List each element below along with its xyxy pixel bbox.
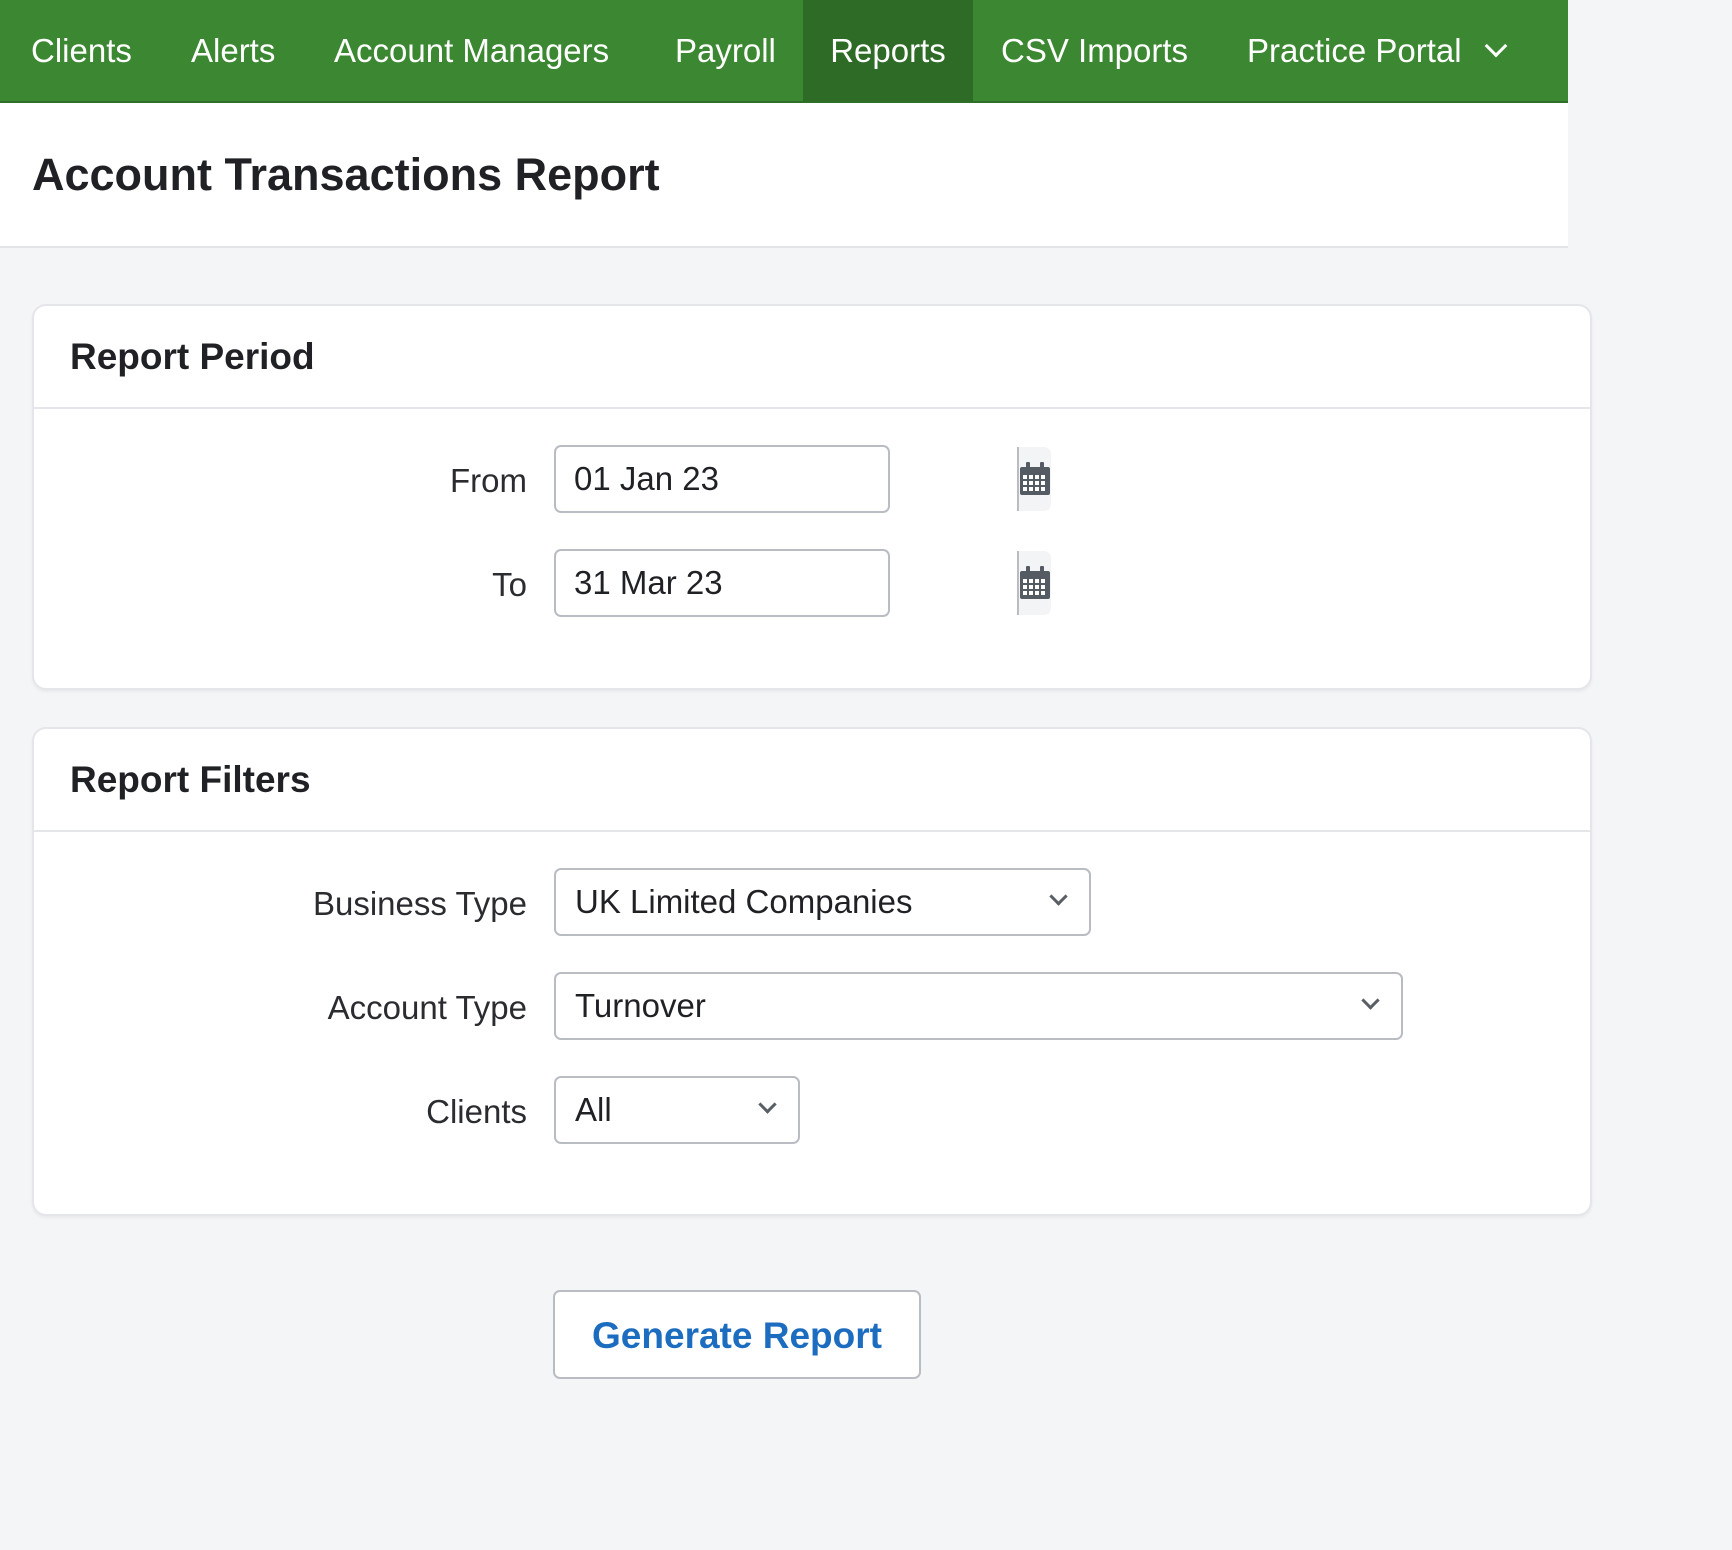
business-type-value: UK Limited Companies [575,883,913,920]
nav-item-csv-imports[interactable]: CSV Imports [973,0,1216,101]
nav-item-alerts[interactable]: Alerts [163,0,303,101]
clients-select[interactable]: All [554,1076,800,1144]
top-navigation: Clients Alerts Account Managers Payroll … [0,0,1568,103]
from-label: From [450,462,527,499]
nav-item-label: Reports [830,32,946,69]
business-type-select[interactable]: UK Limited Companies [554,868,1091,936]
chevron-down-icon [1361,991,1380,1010]
account-type-label: Account Type [327,989,527,1026]
generate-report-button[interactable]: Generate Report [553,1290,921,1379]
nav-item-clients[interactable]: Clients [0,0,163,101]
calendar-icon [1020,462,1050,495]
clients-value: All [575,1091,612,1128]
account-type-value: Turnover [575,987,706,1024]
nav-item-label: CSV Imports [1001,32,1189,69]
nav-item-label: Account Managers [334,32,610,69]
card-header: Report Period [34,306,1590,409]
nav-item-label: Practice Portal [1247,32,1462,69]
nav-item-account-managers[interactable]: Account Managers [306,0,637,101]
nav-item-payroll[interactable]: Payroll [647,0,804,101]
chevron-down-icon [1049,887,1068,906]
clients-label: Clients [426,1093,527,1130]
from-date-group [554,445,1051,513]
card-header: Report Filters [34,729,1590,832]
chevron-down-icon [758,1095,777,1114]
card-title: Report Filters [70,759,311,800]
nav-item-reports[interactable]: Reports [803,0,973,101]
nav-item-label: Payroll [675,32,776,69]
calendar-icon [1020,566,1050,599]
page-title: Account Transactions Report [32,149,660,200]
card-title: Report Period [70,336,315,377]
page-header: Account Transactions Report [0,103,1568,248]
from-date-input[interactable] [556,447,1019,511]
to-date-group [554,549,1051,617]
nav-item-practice-portal[interactable]: Practice Portal [1219,0,1532,101]
to-date-input[interactable] [556,551,1019,615]
to-calendar-button[interactable] [1019,551,1051,615]
nav-item-label: Alerts [191,32,276,69]
report-period-card: Report Period From To [32,304,1592,690]
to-label: To [492,566,527,603]
report-filters-card: Report Filters Business Type UK Limited … [32,727,1592,1216]
chevron-down-icon [1484,34,1507,58]
business-type-label: Business Type [312,885,527,922]
from-calendar-button[interactable] [1019,447,1051,511]
nav-item-label: Clients [31,32,132,69]
account-type-select[interactable]: Turnover [554,972,1403,1040]
